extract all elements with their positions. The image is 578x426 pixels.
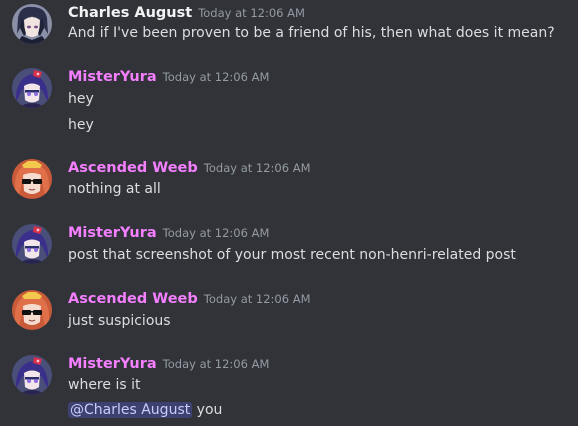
- message-header: MisterYura Today at 12:06 AM: [68, 66, 269, 87]
- ascended-weeb-avatar-icon[interactable]: [12, 290, 52, 330]
- ascended-weeb-avatar-icon[interactable]: [12, 159, 52, 199]
- message-text: just suspicious: [68, 313, 171, 329]
- message-text: post that screenshot of your most recent…: [68, 247, 516, 263]
- message-header: Ascended Weeb Today at 12:06 AM: [68, 157, 311, 178]
- message-header: MisterYura Today at 12:06 AM: [68, 222, 269, 243]
- username[interactable]: Ascended Weeb: [68, 291, 198, 307]
- username[interactable]: Charles August: [68, 5, 192, 21]
- timestamp: Today at 12:06 AM: [162, 70, 270, 84]
- message-text: nothing at all: [68, 181, 161, 197]
- message-text: @Charles August you: [68, 400, 222, 420]
- timestamp: Today at 12:06 AM: [203, 292, 311, 306]
- message-text: hey: [68, 117, 94, 133]
- misteryura-avatar-icon[interactable]: [12, 355, 52, 395]
- timestamp: Today at 12:06 AM: [198, 6, 305, 20]
- misteryura-avatar-icon[interactable]: [12, 224, 52, 264]
- user-mention[interactable]: @Charles August: [68, 402, 193, 418]
- misteryura-avatar-icon[interactable]: [12, 68, 52, 108]
- timestamp: Today at 12:06 AM: [203, 161, 311, 175]
- message-header: Charles August Today at 12:06 AM: [68, 2, 305, 23]
- message-header: MisterYura Today at 12:06 AM: [68, 353, 269, 374]
- message-text: where is it: [68, 377, 141, 393]
- timestamp: Today at 12:06 AM: [162, 226, 270, 240]
- timestamp: Today at 12:06 AM: [162, 357, 270, 371]
- message-text: hey: [68, 91, 94, 107]
- charles-avatar-icon[interactable]: [12, 4, 52, 44]
- username[interactable]: MisterYura: [68, 225, 157, 241]
- message-text-suffix: you: [192, 402, 223, 418]
- username[interactable]: Ascended Weeb: [68, 160, 198, 176]
- username[interactable]: MisterYura: [68, 356, 157, 372]
- chat-message-list: Charles August Today at 12:06 AM And if I…: [0, 0, 578, 426]
- username[interactable]: MisterYura: [68, 69, 157, 85]
- message-header: Ascended Weeb Today at 12:06 AM: [68, 288, 311, 309]
- message-text: And if I've been proven to be a friend o…: [68, 25, 555, 41]
